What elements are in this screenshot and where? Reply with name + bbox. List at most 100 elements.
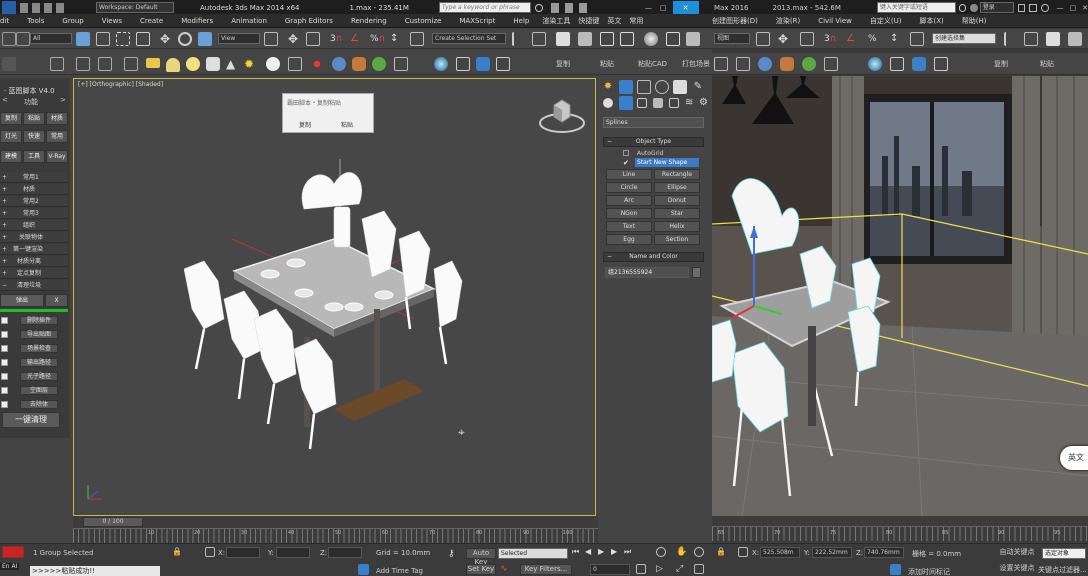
section-linked[interactable]: + 关联物体 — [0, 232, 68, 243]
motion-tab-icon[interactable] — [655, 80, 669, 94]
cone-icon[interactable]: ▲ — [226, 57, 240, 71]
check-scene-check[interactable]: 场景检查 — [0, 343, 68, 354]
section-one-key-render[interactable]: + 第一键渲染 — [0, 244, 68, 255]
checkbox[interactable] — [1, 317, 8, 324]
mirror-icon[interactable] — [512, 32, 526, 46]
object-color-swatch[interactable] — [692, 267, 701, 278]
checkbox[interactable] — [1, 345, 8, 352]
angle-snap-icon[interactable]: ∠ — [846, 32, 860, 46]
exchange-icon[interactable] — [1029, 3, 1037, 12]
menu-customize[interactable]: 自定义(U) — [861, 16, 911, 26]
copy-button[interactable]: 复制 — [994, 59, 1008, 69]
check-export-maps[interactable]: 导出贴图 — [0, 329, 68, 340]
render-sphere-icon[interactable] — [434, 57, 448, 71]
menu-views[interactable]: Views — [93, 17, 131, 25]
spinner-snap-icon[interactable]: ↕ — [390, 32, 404, 46]
script-icon[interactable] — [50, 57, 64, 71]
copy-button[interactable]: 复制 — [556, 59, 570, 69]
select-object-icon[interactable] — [76, 32, 90, 46]
render-teapot-icon[interactable] — [476, 57, 490, 71]
create-tab-icon[interactable]: ✸ — [601, 80, 615, 94]
start-new-shape-checkbox[interactable]: ✔ — [623, 159, 629, 167]
undo-icon[interactable] — [2, 32, 16, 46]
section-material-split[interactable]: + 材质分离 — [0, 256, 68, 267]
geometry-icon[interactable] — [603, 98, 613, 108]
autogrid-checkbox[interactable] — [623, 150, 629, 156]
teapot-icon[interactable] — [780, 57, 794, 71]
check-delete-plugins[interactable]: 删除插件 — [0, 315, 68, 326]
snap-3d-icon[interactable]: 3∩ — [824, 32, 838, 46]
sphere-icon[interactable] — [124, 57, 138, 71]
info-icons[interactable] — [550, 2, 641, 13]
menu-animation[interactable]: Animation — [222, 17, 276, 25]
menu-english[interactable]: 英文 — [603, 16, 625, 26]
angle-snap-icon[interactable]: ∠ — [350, 32, 364, 46]
help-icon[interactable] — [1040, 3, 1049, 12]
box-icon[interactable] — [76, 57, 90, 71]
keyboard-shortcut-icon[interactable] — [800, 32, 814, 46]
menu-tools[interactable]: Tools — [18, 17, 53, 25]
hierarchy-tab-icon[interactable] — [637, 80, 651, 94]
sphere-blue-icon[interactable] — [332, 57, 346, 71]
modify-tab-icon[interactable] — [619, 80, 633, 94]
key-icon[interactable]: ⚷ — [448, 550, 460, 559]
perspective-viewport[interactable]: [+] [Orthographic] [Shaded] 霸田脚本・复制粘贴 复制… — [73, 78, 596, 516]
menu-shortcuts[interactable]: 快捷键 — [574, 16, 603, 26]
goto-start-icon[interactable]: ⏮ — [572, 547, 582, 557]
menu-group[interactable]: Group — [53, 17, 92, 25]
shapes-icon[interactable] — [619, 96, 633, 110]
orbit-icon[interactable] — [694, 547, 704, 557]
align-icon[interactable] — [1024, 32, 1038, 46]
lock-icon[interactable]: 🔒 — [716, 547, 726, 557]
y-coord-field[interactable] — [276, 547, 310, 558]
popup-paste-button[interactable]: 粘贴 — [341, 120, 353, 129]
edit-named-sel-icon[interactable] — [410, 32, 424, 46]
reference-coord-dropdown[interactable]: 视图 — [714, 33, 750, 44]
time-config-icon[interactable] — [636, 564, 646, 574]
prev-frame-icon[interactable]: ◀ — [585, 547, 595, 557]
helix-button[interactable]: Helix — [654, 221, 700, 232]
render-frame-icon[interactable] — [496, 57, 510, 71]
quick-access-icons[interactable] — [20, 2, 90, 13]
model-tab[interactable]: 建模 — [0, 150, 22, 163]
rendered-frame-icon[interactable] — [686, 32, 700, 46]
start-new-shape-row[interactable]: ✔ Start New Shape — [623, 158, 705, 168]
menu-maxscript[interactable]: MAXScript — [450, 17, 504, 25]
common-tab[interactable]: 常用 — [46, 130, 68, 143]
checkbox[interactable] — [1, 387, 8, 394]
search-input[interactable]: Type a keyword or phrase — [438, 2, 531, 13]
paste-tab[interactable]: 粘贴 — [23, 112, 45, 125]
workspace-dropdown[interactable]: Workspace: Default — [96, 2, 174, 13]
checkbox[interactable] — [1, 331, 8, 338]
cart-icon[interactable] — [1017, 3, 1026, 12]
align-icon[interactable] — [532, 32, 546, 46]
pack-scene-button[interactable]: 打包场景 — [682, 59, 710, 69]
star-button[interactable]: Star — [654, 208, 700, 219]
add-tag-icon[interactable] — [890, 564, 901, 575]
checkbox[interactable] — [1, 359, 8, 366]
track-bar[interactable] — [712, 526, 1088, 541]
collapse-arrow-icon[interactable]: < — [2, 96, 8, 104]
tree-icon[interactable] — [802, 57, 816, 71]
object-type-rollout[interactable]: − Object Type — [603, 137, 704, 147]
section-clean-trash[interactable]: − 清理垃圾 — [0, 280, 68, 291]
donut-button[interactable]: Donut — [654, 195, 700, 206]
expand-arrow-icon[interactable]: > — [60, 96, 66, 104]
section-common1[interactable]: + 常用1 — [0, 172, 68, 183]
render-frame-icon[interactable] — [934, 57, 948, 71]
close-button[interactable]: ✕ — [672, 0, 699, 15]
grid-icon[interactable] — [714, 57, 728, 71]
percent-snap-icon[interactable]: %∩ — [370, 32, 385, 46]
section-point-copy[interactable]: + 定点复制 — [0, 268, 68, 279]
app-menu-icon[interactable] — [2, 0, 16, 15]
checkbox[interactable] — [1, 401, 8, 408]
name-color-rollout[interactable]: − Name and Color — [603, 252, 704, 262]
checkbox[interactable] — [1, 373, 8, 380]
menu-rendering[interactable]: Rendering — [342, 17, 396, 25]
paste-cad-button[interactable]: 粘贴CAD — [638, 59, 667, 69]
menu-customize[interactable]: Customize — [396, 17, 451, 25]
rectangle-button[interactable]: Rectangle — [654, 169, 700, 180]
paste-button[interactable]: 粘贴 — [600, 59, 614, 69]
percent-snap-icon[interactable]: % — [868, 32, 882, 46]
render-small-icon[interactable] — [456, 57, 470, 71]
